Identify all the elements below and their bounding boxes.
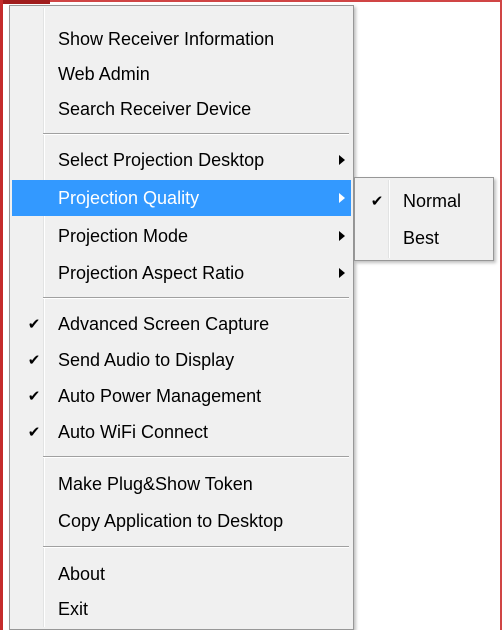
context-menu: Show Receiver Information Web Admin Sear…	[9, 5, 354, 630]
menu-item-label: About	[58, 563, 106, 584]
submenu-item-best[interactable]: Best	[357, 220, 491, 256]
menu-item-auto-wifi-connect[interactable]: ✔ Auto WiFi Connect	[12, 414, 351, 450]
menu-item-label: Show Receiver Information	[58, 28, 275, 49]
menu-item-projection-mode[interactable]: Projection Mode	[12, 218, 351, 254]
menu-item-auto-power-management[interactable]: ✔ Auto Power Management	[12, 378, 351, 414]
menu-item-label: Make Plug&Show Token	[58, 473, 253, 494]
checkmark-icon: ✔	[27, 388, 41, 405]
menu-item-show-receiver-information[interactable]: Show Receiver Information	[12, 21, 351, 57]
submenu-arrow-icon	[339, 193, 345, 203]
menu-item-label: Exit	[58, 598, 89, 619]
menu-item-projection-aspect-ratio[interactable]: Projection Aspect Ratio	[12, 255, 351, 291]
menu-item-search-receiver-device[interactable]: Search Receiver Device	[12, 91, 351, 127]
menu-item-label: Search Receiver Device	[58, 98, 252, 119]
menu-item-projection-quality[interactable]: Projection Quality	[12, 180, 351, 216]
menu-item-advanced-screen-capture[interactable]: ✔ Advanced Screen Capture	[12, 306, 351, 342]
submenu-arrow-icon	[339, 155, 345, 165]
menu-item-make-plug-show-token[interactable]: Make Plug&Show Token	[12, 466, 351, 502]
window-left-border	[0, 0, 3, 630]
submenu-arrow-icon	[339, 268, 345, 278]
submenu-arrow-icon	[339, 231, 345, 241]
menu-item-label: Copy Application to Desktop	[58, 510, 284, 531]
checkmark-icon: ✔	[370, 193, 384, 210]
menu-item-label: Select Projection Desktop	[58, 149, 265, 170]
menu-separator	[43, 546, 349, 548]
checkmark-icon: ✔	[27, 352, 41, 369]
menu-item-label: Advanced Screen Capture	[58, 313, 270, 334]
menu-separator	[43, 456, 349, 458]
submenu-item-label: Best	[403, 227, 440, 248]
menu-item-about[interactable]: About	[12, 556, 351, 592]
menu-item-label: Web Admin	[58, 63, 150, 84]
window-top-border	[50, 0, 502, 2]
menu-item-copy-application-to-desktop[interactable]: Copy Application to Desktop	[12, 503, 351, 539]
menu-item-label: Projection Quality	[58, 187, 200, 208]
menu-separator	[43, 297, 349, 299]
menu-item-send-audio-to-display[interactable]: ✔ Send Audio to Display	[12, 342, 351, 378]
menu-item-label: Auto WiFi Connect	[58, 421, 209, 442]
checkmark-icon: ✔	[27, 316, 41, 333]
menu-item-label: Projection Mode	[58, 225, 189, 246]
menu-item-web-admin[interactable]: Web Admin	[12, 56, 351, 92]
projection-quality-submenu: ✔ Normal Best	[354, 177, 494, 261]
checkmark-icon: ✔	[27, 424, 41, 441]
submenu-item-label: Normal	[403, 190, 462, 211]
menu-item-label: Send Audio to Display	[58, 349, 235, 370]
submenu-item-normal[interactable]: ✔ Normal	[357, 183, 491, 219]
menu-item-label: Auto Power Management	[58, 385, 262, 406]
menu-item-exit[interactable]: Exit	[12, 591, 351, 627]
menu-item-label: Projection Aspect Ratio	[58, 262, 245, 283]
menu-item-select-projection-desktop[interactable]: Select Projection Desktop	[12, 142, 351, 178]
menu-separator	[43, 133, 349, 135]
window-top-accent	[0, 0, 50, 4]
